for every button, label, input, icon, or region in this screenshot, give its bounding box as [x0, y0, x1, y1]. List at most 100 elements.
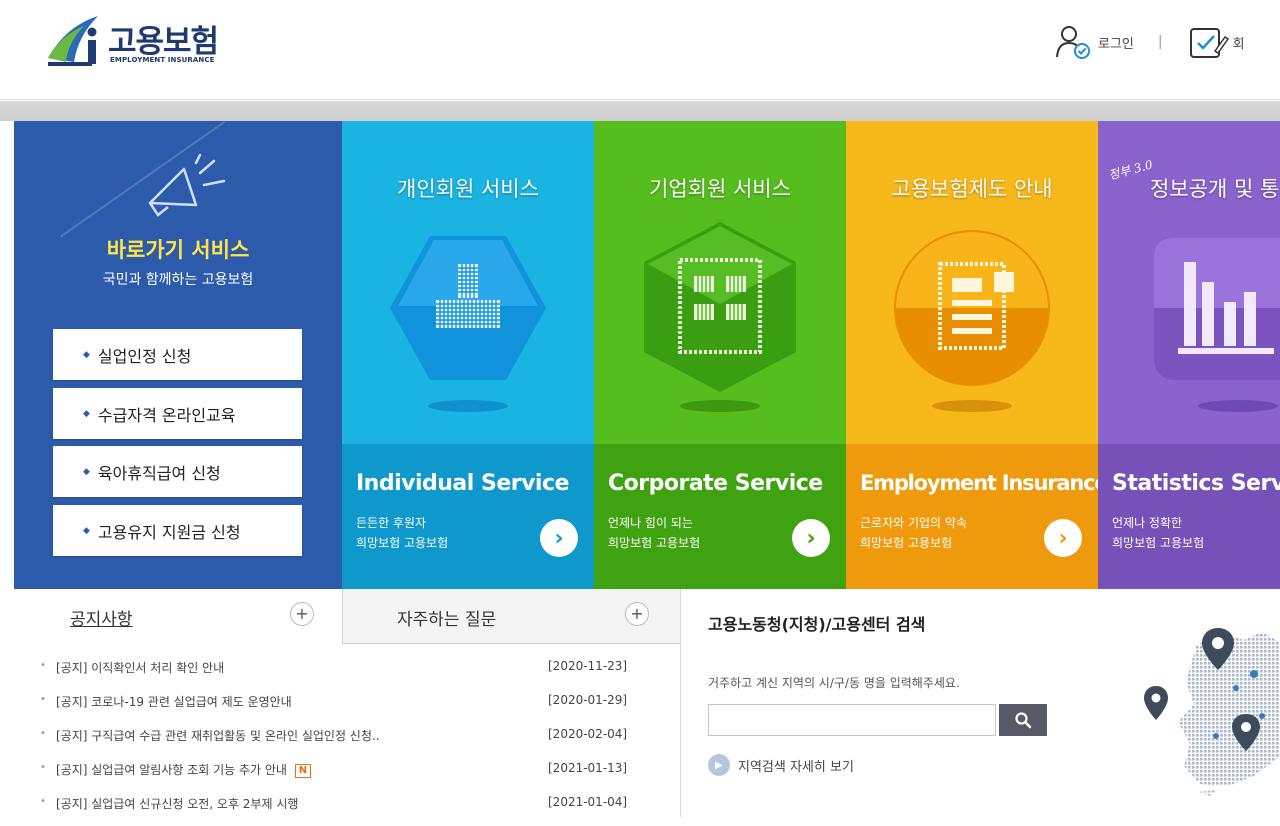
- new-badge: N: [294, 763, 311, 778]
- quick-button-label: 육아휴직급여 신청: [97, 463, 221, 483]
- service-description: 언제나 힘이 되는: [608, 516, 693, 530]
- diamond-bullet-icon: ◆: [83, 349, 90, 360]
- corporate-service-card[interactable]: 기업회원 서비스 Corporate Service 언제나 힘이 되는 희망보…: [594, 121, 846, 589]
- region-search-detail-link[interactable]: ▶ 지역검색 자세히 보기: [708, 754, 854, 776]
- service-description: 희망보험 고용보험: [1112, 536, 1205, 550]
- office-search-description: 거주하고 계신 지역의 시/구/동 명을 입력해주세요.: [708, 676, 960, 690]
- tab-faq-label[interactable]: 자주하는 질문: [397, 605, 496, 630]
- bullet-dot-icon: •: [40, 796, 46, 807]
- notice-more-icon[interactable]: +: [290, 602, 314, 626]
- employment-insurance-card[interactable]: 고용보험제도 안내 Employment Insurance 근로자와 기업의 …: [846, 121, 1098, 589]
- parental-leave-button[interactable]: ◆ 육아휴직급여 신청: [53, 446, 302, 497]
- document-icon: [894, 230, 1050, 412]
- service-description: 희망보험 고용보험: [356, 536, 449, 550]
- list-item[interactable]: • [공지] 코로나-19 관련 실업급여 제도 운영안내 [2020-01-2…: [40, 690, 650, 724]
- notice-date: [2020-02-04]: [548, 727, 628, 741]
- person-icon: [390, 236, 546, 412]
- card-bottom: Employment Insurance 근로자와 기업의 약속 희망보험 고용…: [846, 444, 1098, 589]
- service-description: 희망보험 고용보험: [860, 536, 953, 550]
- list-item[interactable]: • [공지] 구직급여 수급 관련 재취업활동 및 온라인 실업인정 신청.. …: [40, 724, 650, 758]
- diamond-bullet-icon: ◆: [83, 525, 90, 536]
- search-icon: [1015, 712, 1032, 729]
- building-icon: [644, 222, 796, 412]
- notice-title[interactable]: [공지] 실업급여 신규신청 오전, 오후 2부제 시행: [56, 795, 298, 812]
- quick-service-title: 바로가기 서비스: [106, 238, 250, 262]
- bullet-dot-icon: •: [40, 694, 46, 705]
- card-top: 정부 3.0 정보공개 및 통: [1098, 121, 1280, 444]
- play-circle-icon: ▶: [708, 754, 730, 776]
- tab-notice-label[interactable]: 공지사항: [70, 605, 133, 630]
- utility-separator: |: [1157, 34, 1163, 50]
- login-icon[interactable]: [1052, 23, 1094, 61]
- login-link[interactable]: 로그인: [1098, 33, 1134, 52]
- quick-service-panel: 바로가기 서비스 국민과 함께하는 고용보험 ◆ 실업인정 신청 ◆ 수급자격 …: [14, 121, 342, 589]
- notice-date: [2020-11-23]: [548, 659, 628, 673]
- chevron-right-icon[interactable]: ›: [1044, 519, 1082, 557]
- service-english-title: Statistics Servi: [1112, 471, 1280, 496]
- notice-title-text: [공지] 실업급여 알림사항 조회 기능 추가 안내: [56, 763, 287, 777]
- service-description: 언제나 정확한: [1112, 516, 1183, 530]
- board-tabs: 공지사항 + 자주하는 질문 +: [14, 589, 680, 644]
- individual-service-card[interactable]: 개인회원 서비스 Individual Service 든든한 후원자 희망보험…: [342, 121, 594, 589]
- notice-date: [2020-01-29]: [548, 693, 628, 707]
- bullet-dot-icon: •: [40, 728, 46, 739]
- notice-list: • [공지] 이직확인서 처리 확인 안내 [2020-11-23] • [공지…: [40, 656, 650, 826]
- bullet-dot-icon: •: [40, 762, 46, 773]
- diamond-bullet-icon: ◆: [83, 408, 90, 419]
- list-item[interactable]: • [공지] 실업급여 알림사항 조회 기능 추가 안내 N [2021-01-1…: [40, 758, 650, 792]
- logo[interactable]: 고용보험 EMPLOYMENT INSURANCE: [44, 12, 244, 72]
- tab-notice[interactable]: 공지사항 +: [14, 589, 342, 644]
- card-top: 기업회원 서비스: [594, 121, 846, 444]
- tab-faq[interactable]: 자주하는 질문 +: [342, 589, 680, 644]
- search-button[interactable]: [999, 704, 1047, 736]
- notice-date: [2021-01-04]: [548, 795, 628, 809]
- notice-date: [2021-01-13]: [548, 761, 628, 775]
- card-bottom: Corporate Service 언제나 힘이 되는 희망보험 고용보험 ›: [594, 444, 846, 589]
- region-search-detail-label: 지역검색 자세히 보기: [738, 759, 854, 775]
- faq-more-icon[interactable]: +: [625, 602, 649, 626]
- statistics-service-card[interactable]: 정부 3.0 정보공개 및 통 Statistics Servi 언제나 정확한…: [1098, 121, 1280, 589]
- logo-title: 고용보험: [108, 24, 219, 60]
- service-title: 고용보험제도 안내: [891, 177, 1053, 201]
- notice-title[interactable]: [공지] 코로나-19 관련 실업급여 제도 운영안내: [56, 693, 292, 710]
- notice-title[interactable]: [공지] 구직급여 수급 관련 재취업활동 및 온라인 실업인정 신청..: [56, 727, 380, 744]
- office-search-title: 고용노동청(지청)/고용센터 검색: [708, 615, 926, 634]
- card-top: 고용보험제도 안내: [846, 121, 1098, 444]
- notice-title[interactable]: [공지] 이직확인서 처리 확인 안내: [56, 659, 224, 676]
- service-english-title: Employment Insurance: [860, 471, 1098, 495]
- office-search-input[interactable]: [708, 704, 996, 736]
- megaphone-icon: [148, 153, 226, 217]
- service-description: 근로자와 기업의 약속: [860, 516, 967, 530]
- bar-chart-icon: [1154, 238, 1280, 412]
- card-bottom: Individual Service 든든한 후원자 희망보험 고용보험 ›: [342, 444, 594, 589]
- logo-mark-icon: [48, 16, 98, 66]
- card-bottom: Statistics Servi 언제나 정확한 희망보험 고용보험: [1098, 444, 1280, 589]
- service-title: 정보공개 및 통: [1150, 177, 1280, 201]
- register-icon[interactable]: [1187, 23, 1229, 61]
- service-english-title: Individual Service: [356, 471, 569, 496]
- service-title: 기업회원 서비스: [649, 177, 791, 201]
- bullet-dot-icon: •: [40, 660, 46, 671]
- online-education-button[interactable]: ◆ 수급자격 온라인교육: [53, 388, 302, 439]
- list-item[interactable]: • [공지] 실업급여 신규신청 오전, 오후 2부제 시행 [2021-01-…: [40, 792, 650, 826]
- chevron-right-icon[interactable]: ›: [792, 519, 830, 557]
- register-link[interactable]: 회: [1233, 33, 1245, 52]
- service-english-title: Corporate Service: [608, 471, 823, 496]
- map-pin-icon: [1144, 686, 1168, 720]
- employment-retention-button[interactable]: ◆ 고용유지 지원금 신청: [53, 505, 302, 556]
- service-title: 개인회원 서비스: [397, 177, 539, 201]
- quick-button-label: 실업인정 신청: [97, 346, 192, 366]
- list-item[interactable]: • [공지] 이직확인서 처리 확인 안내 [2020-11-23]: [40, 656, 650, 690]
- logo-subtitle: EMPLOYMENT INSURANCE: [110, 56, 215, 64]
- unemployment-recognition-button[interactable]: ◆ 실업인정 신청: [53, 329, 302, 380]
- quick-button-label: 고용유지 지원금 신청: [97, 522, 241, 542]
- card-top: 개인회원 서비스: [342, 121, 594, 444]
- site-header: 고용보험 EMPLOYMENT INSURANCE 로그인 | 회: [0, 0, 1280, 100]
- service-description: 든든한 후원자: [356, 516, 427, 530]
- utility-menu: 로그인 | 회: [1052, 24, 1245, 60]
- notice-title[interactable]: [공지] 실업급여 알림사항 조회 기능 추가 안내 N: [56, 761, 311, 778]
- service-description: 희망보험 고용보험: [608, 536, 701, 550]
- gov3-badge: 정부 3.0: [1107, 157, 1155, 183]
- chevron-right-icon[interactable]: ›: [540, 519, 578, 557]
- korea-map-icon: [1144, 628, 1280, 796]
